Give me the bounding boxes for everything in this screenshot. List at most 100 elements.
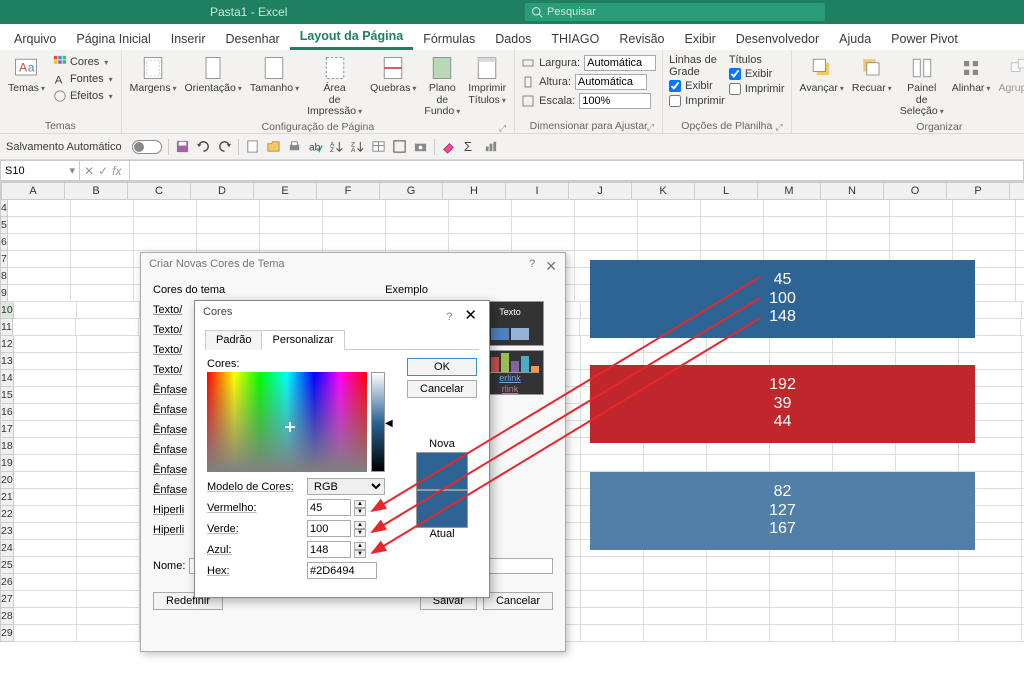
formula-input[interactable] (130, 160, 1024, 181)
col-header[interactable]: O (884, 182, 947, 200)
cell[interactable] (77, 353, 140, 370)
grade-exibir-check[interactable] (669, 80, 681, 92)
cell[interactable] (14, 370, 77, 387)
cell[interactable] (71, 268, 134, 285)
dialog-launcher-icon[interactable]: ⤢ (521, 122, 654, 133)
cell[interactable] (77, 404, 140, 421)
agrupar-button[interactable]: Agrupar (996, 52, 1024, 97)
cell[interactable] (260, 200, 323, 217)
print-icon[interactable] (287, 139, 302, 154)
temas-button[interactable]: Aa Temas (6, 52, 47, 97)
col-header[interactable]: K (632, 182, 695, 200)
row-header[interactable]: 17 (0, 421, 14, 438)
cell[interactable] (701, 200, 764, 217)
cell[interactable] (770, 608, 833, 625)
tab-layout-da-página[interactable]: Layout da Página (290, 25, 414, 50)
cell[interactable] (644, 336, 707, 353)
chart-icon[interactable] (483, 139, 498, 154)
row-header[interactable]: 16 (0, 404, 14, 421)
spin-down-icon[interactable]: ▼ (354, 529, 366, 537)
cell[interactable] (770, 625, 833, 642)
tab-desenvolvedor[interactable]: Desenvolvedor (726, 28, 829, 50)
titulos-imprimir-check[interactable] (729, 83, 741, 95)
cell[interactable] (833, 557, 896, 574)
cell[interactable] (14, 506, 77, 523)
col-header[interactable]: Q (1010, 182, 1024, 200)
row-header[interactable]: 12 (0, 336, 14, 353)
eraser-icon[interactable] (441, 139, 456, 154)
cell[interactable] (707, 574, 770, 591)
cell[interactable] (134, 234, 197, 251)
cell[interactable] (323, 200, 386, 217)
luminosity-bar[interactable] (371, 372, 385, 472)
row-header[interactable]: 6 (0, 234, 8, 251)
spin-up-icon[interactable]: ▲ (354, 542, 366, 550)
cell[interactable] (386, 234, 449, 251)
new-icon[interactable] (245, 139, 260, 154)
cell[interactable] (833, 625, 896, 642)
cell[interactable] (71, 251, 134, 268)
cell[interactable] (197, 234, 260, 251)
cell[interactable] (323, 234, 386, 251)
dialog-launcher-icon[interactable]: ⤢ (669, 122, 782, 133)
cell[interactable] (833, 455, 896, 472)
cell[interactable] (8, 285, 71, 302)
cell[interactable] (959, 574, 1022, 591)
cell[interactable] (890, 217, 953, 234)
cell[interactable] (512, 217, 575, 234)
cell[interactable] (14, 591, 77, 608)
cell[interactable] (77, 421, 140, 438)
tab-thiago[interactable]: THIAGO (541, 28, 609, 50)
cell[interactable] (770, 336, 833, 353)
cell[interactable] (644, 574, 707, 591)
cell[interactable] (644, 591, 707, 608)
col-header[interactable]: I (506, 182, 569, 200)
sort-asc-icon[interactable]: AZ (329, 139, 344, 154)
titulos-exibir-check[interactable] (729, 68, 741, 80)
cell[interactable] (833, 336, 896, 353)
cell[interactable] (77, 370, 140, 387)
cell[interactable] (896, 574, 959, 591)
cancel-formula-icon[interactable]: ✕ (84, 164, 94, 178)
cell[interactable] (8, 268, 71, 285)
imprimir-títulos-button[interactable]: ImprimirTítulos (466, 52, 508, 108)
cell[interactable] (14, 608, 77, 625)
autosum-icon[interactable]: Σ (462, 139, 477, 154)
largura-input[interactable] (584, 55, 656, 71)
col-header[interactable]: J (569, 182, 632, 200)
close-icon[interactable]: ✕ (460, 307, 481, 324)
cell[interactable] (581, 591, 644, 608)
row-header[interactable]: 20 (0, 472, 14, 489)
cell[interactable] (833, 574, 896, 591)
tamanho-button[interactable]: Tamanho (248, 52, 301, 97)
camera-icon[interactable] (413, 139, 428, 154)
cell[interactable] (581, 455, 644, 472)
cell[interactable] (638, 217, 701, 234)
cell[interactable] (197, 217, 260, 234)
cell[interactable] (14, 523, 77, 540)
open-icon[interactable] (266, 139, 281, 154)
row-header[interactable]: 5 (0, 217, 8, 234)
cell[interactable] (77, 557, 140, 574)
avançar-button[interactable]: Avançar (798, 52, 846, 97)
cell[interactable] (707, 455, 770, 472)
cell[interactable] (581, 625, 644, 642)
row-header[interactable]: 7 (0, 251, 8, 268)
cell[interactable] (71, 200, 134, 217)
tab-exibir[interactable]: Exibir (675, 28, 726, 50)
efeitos-menu[interactable]: Efeitos (51, 88, 115, 104)
recuar-button[interactable]: Recuar (850, 52, 894, 97)
tab-personalizar[interactable]: Personalizar (261, 330, 344, 350)
row-header[interactable]: 14 (0, 370, 14, 387)
orientação-button[interactable]: Orientação (182, 52, 243, 97)
cell[interactable] (896, 591, 959, 608)
tab-página-inicial[interactable]: Página Inicial (66, 28, 160, 50)
cell[interactable] (77, 540, 140, 557)
cell[interactable] (71, 234, 134, 251)
cell[interactable] (77, 574, 140, 591)
tab-revisão[interactable]: Revisão (609, 28, 674, 50)
row-header[interactable]: 21 (0, 489, 14, 506)
cell[interactable] (77, 387, 140, 404)
cell[interactable] (8, 217, 71, 234)
cell[interactable] (1016, 200, 1024, 217)
